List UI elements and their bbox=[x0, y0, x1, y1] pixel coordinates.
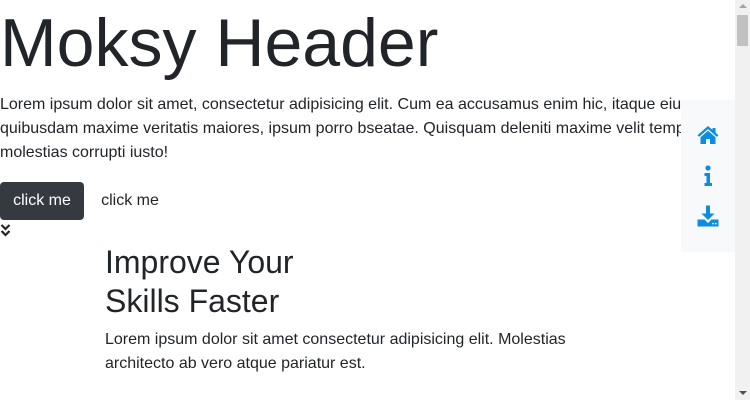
section-title: Improve Your Skills Faster bbox=[105, 243, 294, 321]
page-title: Moksy Header bbox=[0, 5, 439, 81]
double-chevron-down-icon[interactable] bbox=[0, 223, 11, 239]
page: Moksy Header Lorem ipsum dolor sit amet,… bbox=[0, 0, 735, 400]
download-icon[interactable] bbox=[696, 204, 720, 228]
click-me-link-button[interactable]: click me bbox=[89, 182, 171, 220]
section-paragraph: Lorem ipsum dolor sit amet consectetur a… bbox=[105, 331, 566, 372]
section-title-line-1: Improve Your bbox=[105, 244, 294, 280]
vertical-scrollbar[interactable] bbox=[735, 0, 750, 400]
scroll-down-arrow-icon[interactable] bbox=[739, 391, 747, 395]
hero-paragraph: Lorem ipsum dolor sit amet, consectetur … bbox=[0, 96, 708, 161]
side-nav bbox=[681, 100, 735, 252]
home-icon[interactable] bbox=[696, 123, 720, 147]
scrollbar-thumb[interactable] bbox=[737, 15, 748, 46]
section-title-line-2: Skills Faster bbox=[105, 283, 280, 319]
info-icon[interactable] bbox=[696, 164, 720, 188]
scroll-up-arrow-icon[interactable] bbox=[739, 4, 747, 8]
click-me-primary-button[interactable]: click me bbox=[0, 182, 84, 220]
